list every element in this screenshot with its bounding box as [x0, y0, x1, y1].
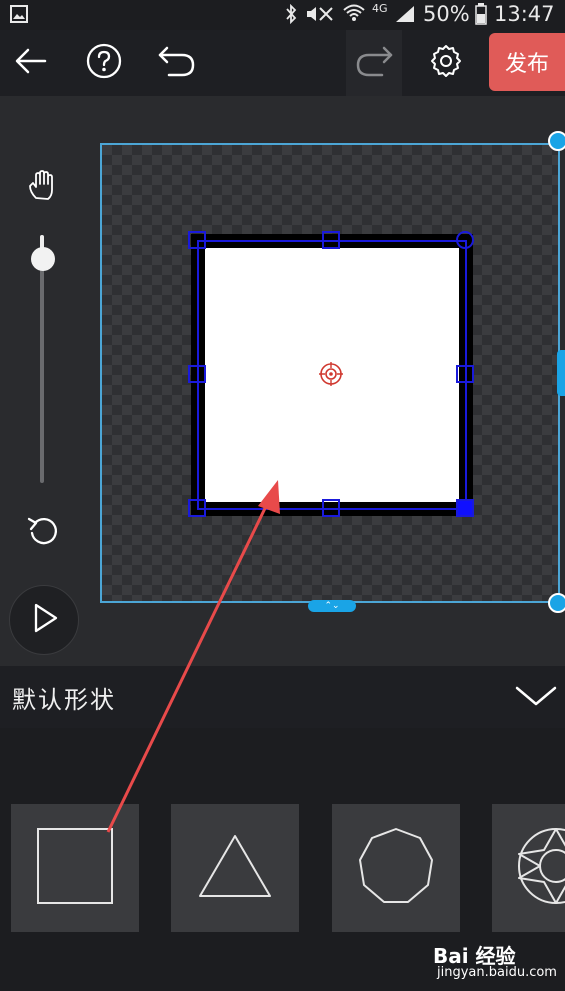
publish-button[interactable]: 发布	[489, 33, 565, 91]
handle-top-center[interactable]	[322, 231, 340, 249]
back-button[interactable]	[5, 30, 57, 96]
status-bar: 4G 50% 13:47	[0, 0, 565, 30]
wifi-icon	[343, 3, 365, 27]
shape-nonagon[interactable]	[332, 804, 460, 932]
play-icon	[27, 601, 61, 639]
image-notification-icon	[10, 5, 28, 27]
annotation-arrow	[106, 480, 280, 833]
canvas-side-handle[interactable]	[557, 350, 565, 396]
settings-button[interactable]	[420, 30, 472, 96]
handle-rotate[interactable]	[456, 231, 474, 249]
handle-top-left[interactable]	[188, 231, 206, 249]
redo-button[interactable]	[346, 30, 402, 96]
zoom-slider-track[interactable]	[40, 235, 44, 483]
handle-bottom-center[interactable]	[322, 499, 340, 517]
reset-rotate-icon[interactable]	[25, 513, 61, 553]
handle-middle-left[interactable]	[188, 365, 206, 383]
undo-button[interactable]	[150, 30, 204, 96]
arrow-left-icon	[14, 46, 48, 80]
gear-icon	[428, 43, 464, 83]
nonagon-icon	[356, 826, 436, 910]
mute-icon	[305, 5, 335, 27]
triangle-icon	[197, 833, 273, 903]
battery-icon	[475, 3, 487, 29]
shape-gem[interactable]	[492, 804, 565, 932]
battery-percent: 50%	[423, 2, 470, 26]
gem-icon	[516, 826, 565, 910]
center-target-icon	[319, 362, 343, 390]
network-type: 4G	[372, 2, 388, 15]
hand-pan-icon[interactable]	[26, 168, 60, 206]
canvas-resize-handle[interactable]	[548, 593, 565, 613]
handle-middle-right[interactable]	[456, 365, 474, 383]
canvas-rotate-handle[interactable]	[548, 131, 565, 151]
redo-icon	[354, 44, 394, 82]
help-button[interactable]	[78, 30, 130, 96]
undo-icon	[157, 44, 197, 82]
zoom-slider-knob[interactable]	[31, 247, 55, 271]
chevron-down-icon[interactable]	[514, 684, 558, 712]
handle-bottom-right[interactable]	[456, 499, 474, 517]
watermark-url: jingyan.baidu.com	[437, 965, 557, 980]
canvas-bottom-handle[interactable]: ⌃⌄	[308, 600, 356, 612]
bluetooth-icon	[284, 3, 298, 28]
play-button[interactable]	[9, 585, 79, 655]
question-circle-icon	[86, 43, 122, 83]
top-toolbar: 发布	[0, 30, 565, 96]
baidu-watermark: Bai 经验 jingyan.baidu.com	[433, 925, 565, 987]
signal-icon	[394, 4, 416, 28]
clock: 13:47	[494, 2, 555, 26]
